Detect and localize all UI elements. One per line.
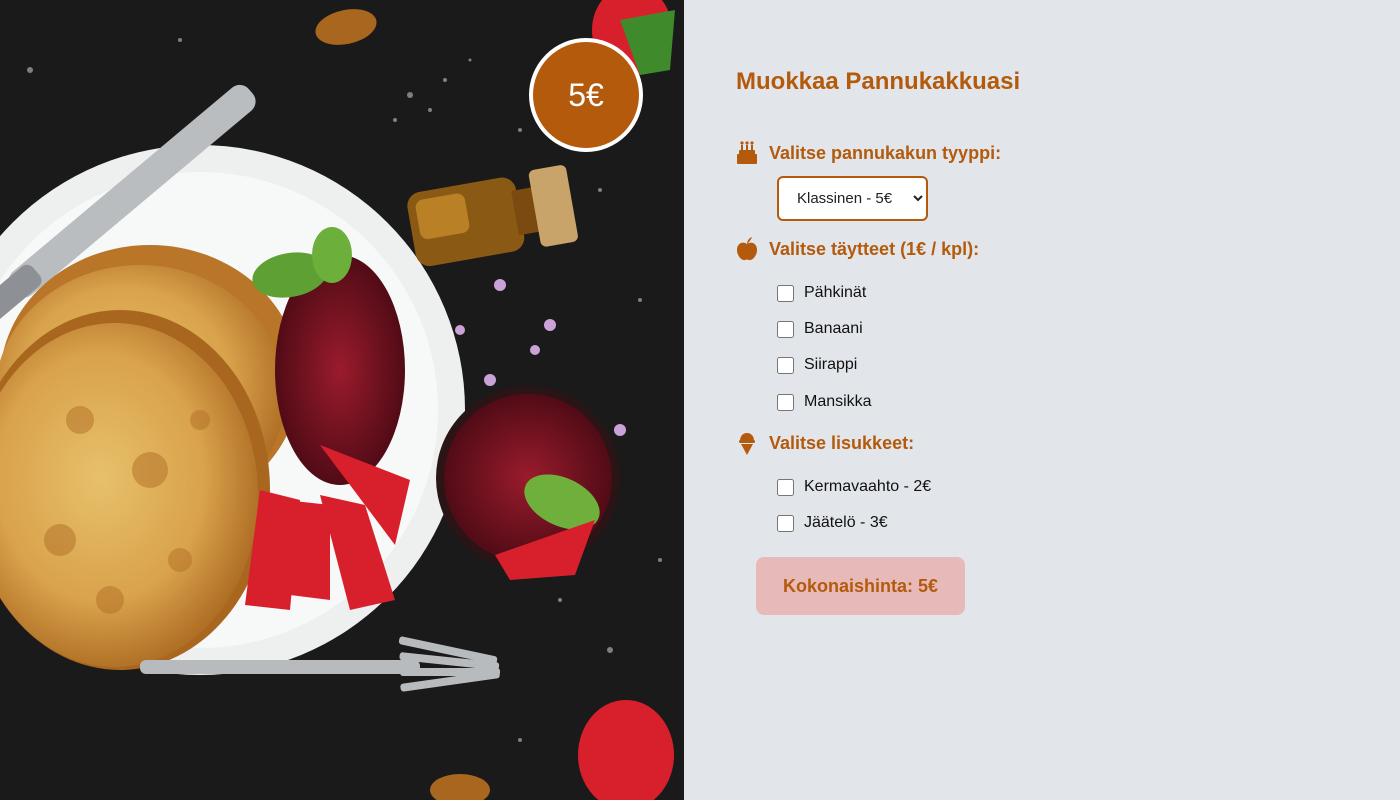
extra-label-jaatelo: Jäätelö - 3€ bbox=[804, 514, 888, 531]
extras-section-label: Valitse lisukkeet: bbox=[769, 432, 915, 453]
apple-icon bbox=[737, 237, 757, 261]
extra-option-jaatelo[interactable]: Jäätelö - 3€ bbox=[777, 514, 888, 532]
filling-option-mansikka[interactable]: Mansikka bbox=[777, 393, 872, 411]
filling-option-pahkinat[interactable]: Pähkinät bbox=[777, 284, 866, 302]
filling-option-banaani[interactable]: Banaani bbox=[777, 320, 863, 338]
filling-label-pahkinat: Pähkinät bbox=[804, 284, 867, 301]
filling-label-mansikka: Mansikka bbox=[804, 393, 872, 410]
extra-option-kermavaahto[interactable]: Kermavaahto - 2€ bbox=[777, 478, 931, 496]
extra-label-kermavaahto: Kermavaahto - 2€ bbox=[804, 478, 932, 495]
cake-icon bbox=[737, 141, 757, 164]
fillings-section-label: Valitse täytteet (1€ / kpl): bbox=[769, 238, 980, 259]
ice-cream-icon bbox=[739, 433, 755, 455]
extra-checkbox-jaatelo[interactable] bbox=[777, 514, 794, 532]
customization-form: Muokkaa Pannukakkuasi Valitse pannukakun… bbox=[684, 0, 1400, 800]
extras-section-heading: Valitse lisukkeet: bbox=[734, 430, 914, 456]
total-price: Kokonaishinta: 5€ bbox=[756, 557, 965, 615]
filling-label-banaani: Banaani bbox=[804, 320, 863, 337]
filling-checkbox-banaani[interactable] bbox=[777, 320, 794, 338]
filling-checkbox-siirappi[interactable] bbox=[777, 356, 794, 374]
type-section-heading: Valitse pannukakun tyyppi: bbox=[734, 140, 1001, 166]
filling-label-siirappi: Siirappi bbox=[804, 356, 858, 373]
filling-checkbox-pahkinat[interactable] bbox=[777, 284, 794, 302]
form-title: Muokkaa Pannukakkuasi bbox=[736, 68, 1021, 95]
fillings-section-heading: Valitse täytteet (1€ / kpl): bbox=[734, 236, 979, 262]
price-badge: 5€ bbox=[529, 38, 643, 152]
filling-option-siirappi[interactable]: Siirappi bbox=[777, 356, 857, 374]
pancake-type-select[interactable]: Klassinen - 5€ bbox=[777, 176, 928, 221]
filling-checkbox-mansikka[interactable] bbox=[777, 393, 794, 411]
extra-checkbox-kermavaahto[interactable] bbox=[777, 478, 794, 496]
pancake-photo: 5€ bbox=[0, 0, 684, 800]
type-section-label: Valitse pannukakun tyyppi: bbox=[769, 142, 1002, 163]
